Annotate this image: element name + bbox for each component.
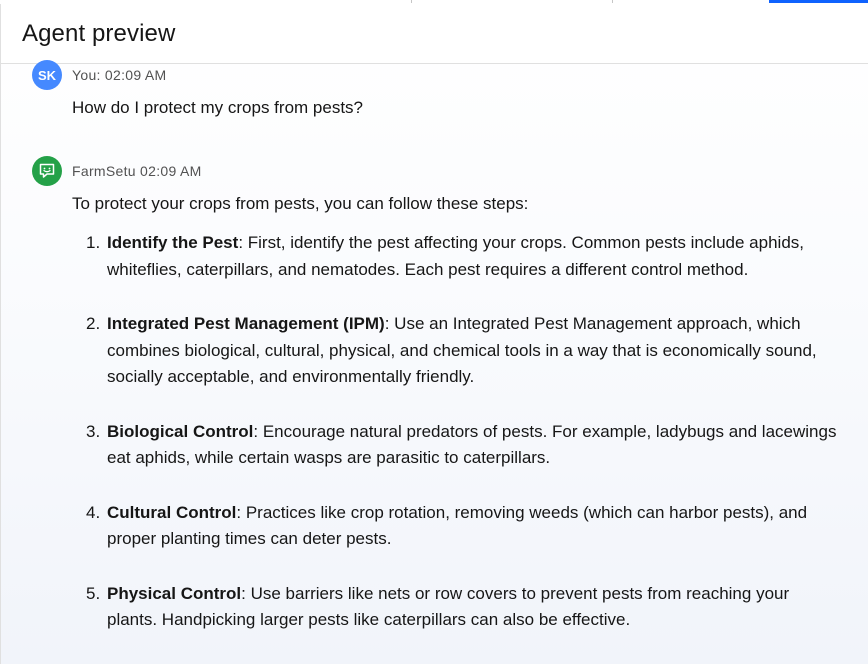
active-tab-indicator[interactable] (769, 0, 868, 3)
tab-divider (411, 0, 412, 3)
step-number: 2. (86, 314, 101, 333)
step-title: Identify the Pest (107, 233, 239, 252)
message-intro: To protect your crops from pests, you ca… (72, 194, 529, 213)
list-item: 1. Identify the Pest: First, identify the… (72, 230, 842, 283)
steps-list: 1. Identify the Pest: First, identify the… (72, 230, 842, 634)
list-item: 3. Biological Control: Encourage natural … (72, 419, 842, 472)
step-title: Physical Control (107, 583, 242, 603)
step-number: 4. (86, 502, 101, 522)
step-number: 1. (86, 233, 101, 252)
list-item: 2. Integrated Pest Management (IPM): Use … (72, 311, 842, 391)
avatar: SK (32, 60, 62, 90)
step-title: Cultural Control (107, 502, 237, 522)
chat-bot-icon (39, 163, 55, 178)
step-title: Integrated Pest Management (IPM) (107, 314, 385, 333)
avatar (32, 156, 62, 186)
avatar-initials: SK (37, 67, 57, 83)
list-item: 4. Cultural Control: Practices like crop … (72, 500, 842, 553)
step-number: 3. (86, 421, 101, 441)
message-text: How do I protect my crops from pests? (72, 98, 363, 117)
message-meta: FarmSetu 02:09 AM (72, 163, 202, 179)
list-item: 5. Physical Control: Use barriers like ne… (72, 581, 842, 634)
step-number: 5. (86, 583, 101, 603)
panel-header: Agent preview (1, 4, 868, 64)
page-title: Agent preview (22, 19, 176, 47)
message-meta: You: 02:09 AM (72, 67, 167, 83)
tab-divider (612, 0, 613, 3)
agent-preview-panel: Agent preview SK You: 02:09 AM How do I … (0, 4, 868, 664)
step-title: Biological Control (107, 421, 254, 441)
